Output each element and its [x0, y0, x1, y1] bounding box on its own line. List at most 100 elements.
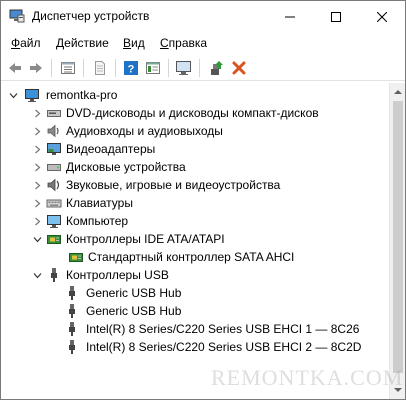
- window-title: Диспетчер устройств: [32, 9, 150, 23]
- tree-item-label: Generic USB Hub: [86, 304, 182, 318]
- menu-bar: Файл Действие Вид Справка: [1, 33, 405, 53]
- expand-chevron-icon[interactable]: [32, 197, 42, 209]
- vertical-scrollbar[interactable]: [389, 83, 405, 399]
- toolbar-separator: [83, 59, 84, 77]
- help-button[interactable]: ?: [121, 58, 141, 78]
- minimize-button[interactable]: [267, 1, 313, 32]
- toolbar-separator: [199, 59, 200, 77]
- tree-item-label: Клавиатуры: [66, 196, 133, 210]
- tree-item-usb-ehci-1[interactable]: Intel(R) 8 Series/C220 Series USB EHCI 1…: [2, 320, 389, 338]
- menu-action[interactable]: Действие: [56, 36, 109, 50]
- properties-grid-icon: [61, 62, 75, 74]
- tree-item-disk-drives[interactable]: Дисковые устройства: [2, 158, 389, 176]
- tree-item-usb-hub[interactable]: Generic USB Hub: [2, 284, 389, 302]
- toolbar-separator: [115, 59, 116, 77]
- tree-item-usb-hub[interactable]: Generic USB Hub: [2, 302, 389, 320]
- tree-item-label: Generic USB Hub: [86, 286, 182, 300]
- tree-item-display-adapters[interactable]: Видеоадаптеры: [2, 140, 389, 158]
- scan-hardware-button[interactable]: [174, 58, 194, 78]
- tree-item-audio-io[interactable]: Аудиовходы и аудиовыходы: [2, 122, 389, 140]
- expand-chevron-icon[interactable]: [32, 143, 42, 155]
- document-button[interactable]: [90, 58, 110, 78]
- tree-item-computer[interactable]: Компьютер: [2, 212, 389, 230]
- forward-button[interactable]: [26, 58, 46, 78]
- usb-plug-icon: [64, 339, 80, 355]
- update-driver-button[interactable]: [206, 58, 226, 78]
- collapse-chevron-icon[interactable]: [8, 89, 18, 101]
- tree-item-label: Контроллеры IDE ATA/ATAPI: [66, 232, 225, 246]
- title-bar[interactable]: Диспетчер устройств: [1, 1, 405, 32]
- help-icon: ?: [124, 61, 138, 76]
- tree-item-label: Дисковые устройства: [66, 160, 186, 174]
- collapse-chevron-icon[interactable]: [32, 233, 42, 245]
- tree-item-label: Компьютер: [66, 214, 129, 228]
- tree-item-dvd[interactable]: DVD-дисководы и дисководы компакт-дисков: [2, 104, 389, 122]
- update-driver-icon: [211, 61, 223, 75]
- device-manager-app-icon: [9, 9, 25, 23]
- ide-controller-icon: [68, 249, 84, 265]
- view-resources-button[interactable]: [143, 58, 163, 78]
- scroll-up-arrow-icon: [394, 89, 402, 94]
- tree-item-label: Видеоадаптеры: [66, 142, 156, 156]
- back-button[interactable]: [5, 58, 25, 78]
- tree-item-label: DVD-дисководы и дисководы компакт-дисков: [66, 106, 319, 120]
- tree-item-sound-devices[interactable]: Звуковые, игровые и видеоустройства: [2, 176, 389, 194]
- usb-plug-icon: [64, 321, 80, 337]
- menu-view[interactable]: Вид: [123, 36, 145, 50]
- menu-help[interactable]: Справка: [160, 36, 207, 50]
- toolbar-separator: [51, 59, 52, 77]
- tree-item-label: Intel(R) 8 Series/C220 Series USB EHCI 2…: [86, 340, 362, 354]
- audio-io-icon: [46, 123, 62, 139]
- tree-item-usb-controllers[interactable]: Контроллеры USB: [2, 266, 389, 284]
- monitor-scan-icon: [176, 61, 191, 75]
- tree-root[interactable]: remontka-pro: [2, 86, 389, 104]
- usb-plug-icon: [64, 303, 80, 319]
- expand-chevron-icon[interactable]: [32, 107, 42, 119]
- maximize-icon: [331, 11, 341, 22]
- tree-item-label: Intel(R) 8 Series/C220 Series USB EHCI 1…: [86, 322, 360, 336]
- collapse-chevron-icon[interactable]: [32, 269, 42, 281]
- expand-chevron-icon[interactable]: [32, 125, 42, 137]
- document-icon: [95, 61, 105, 75]
- tree-item-usb-ehci-2[interactable]: Intel(R) 8 Series/C220 Series USB EHCI 2…: [2, 338, 389, 356]
- forward-arrow-icon: [30, 63, 42, 73]
- dvd-drive-icon: [46, 105, 62, 121]
- maximize-button[interactable]: [313, 1, 359, 32]
- usb-plug-icon: [46, 267, 62, 283]
- disk-drive-icon: [46, 159, 62, 175]
- tree-item-sata-ahci[interactable]: Стандартный контроллер SATA AHCI: [2, 248, 389, 266]
- minimize-icon: [285, 16, 295, 17]
- properties-button[interactable]: [58, 58, 78, 78]
- back-arrow-icon: [9, 63, 21, 73]
- toolbar-separator: [168, 59, 169, 77]
- sound-device-icon: [46, 177, 62, 193]
- keyboard-icon: [46, 195, 62, 211]
- scroll-up-button[interactable]: [390, 83, 406, 100]
- watermark-text: REMONTKA.COM: [211, 365, 404, 390]
- tree-item-keyboards[interactable]: Клавиатуры: [2, 194, 389, 212]
- device-tree[interactable]: remontka-pro DVD-дисководы и дисководы к…: [2, 83, 389, 399]
- view-resources-icon: [146, 62, 160, 74]
- menu-file[interactable]: Файл: [11, 36, 41, 50]
- toolbar: ?: [1, 55, 405, 81]
- tree-item-label: Аудиовходы и аудиовыходы: [66, 124, 223, 138]
- close-button[interactable]: [359, 1, 405, 32]
- tree-item-label: Звуковые, игровые и видеоустройства: [66, 178, 281, 192]
- device-manager-window: Диспетчер устройств Файл Действие Вид Сп…: [0, 0, 406, 400]
- uninstall-button[interactable]: [229, 58, 249, 78]
- usb-plug-icon: [64, 285, 80, 301]
- expand-chevron-icon[interactable]: [32, 215, 42, 227]
- expand-chevron-icon[interactable]: [32, 179, 42, 191]
- scroll-thumb[interactable]: [393, 101, 403, 373]
- expand-chevron-icon[interactable]: [32, 161, 42, 173]
- tree-item-ide-controllers[interactable]: Контроллеры IDE ATA/ATAPI: [2, 230, 389, 248]
- uninstall-x-icon: [232, 61, 246, 75]
- tree-item-label: Контроллеры USB: [66, 268, 169, 282]
- computer-icon: [24, 87, 40, 103]
- svg-text:?: ?: [128, 64, 135, 76]
- tree-root-label: remontka-pro: [46, 88, 118, 102]
- tree-item-label: Стандартный контроллер SATA AHCI: [88, 250, 295, 264]
- ide-controller-icon: [46, 231, 62, 247]
- display-adapter-icon: [46, 141, 62, 157]
- computer-icon: [46, 213, 62, 229]
